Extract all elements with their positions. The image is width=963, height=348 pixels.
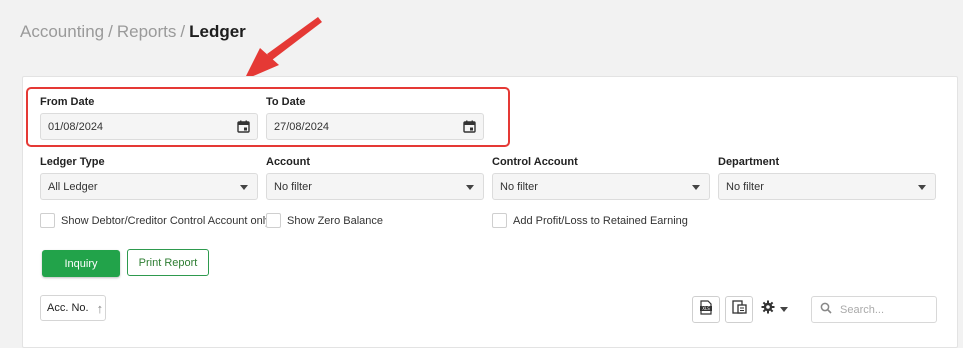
from-date-label: From Date [40, 96, 95, 108]
chevron-down-icon [780, 307, 788, 312]
sort-label: Acc. No. [47, 302, 89, 314]
breadcrumb-accounting[interactable]: Accounting [20, 22, 104, 41]
calendar-icon[interactable] [237, 120, 250, 136]
xls-export-icon: XLS [699, 299, 713, 320]
to-date-label: To Date [266, 96, 306, 108]
sort-arrow-up-icon: ↑ [96, 300, 104, 316]
to-date-input[interactable]: 27/08/2024 [266, 113, 484, 140]
control-account-label: Control Account [492, 156, 578, 168]
account-label: Account [266, 156, 310, 168]
sort-acc-no-button[interactable]: Acc. No. ↑ [40, 295, 106, 321]
from-date-input[interactable]: 01/08/2024 [40, 113, 258, 140]
breadcrumb-reports[interactable]: Reports [117, 22, 177, 41]
chevron-down-icon [692, 185, 700, 190]
chevron-down-icon [466, 185, 474, 190]
search-input[interactable] [838, 302, 932, 317]
control-account-select[interactable]: No filter [492, 173, 710, 200]
ledger-type-label: Ledger Type [40, 156, 105, 168]
search-icon [820, 301, 832, 319]
columns-button[interactable] [725, 296, 753, 323]
debtor-creditor-checkbox[interactable]: Show Debtor/Creditor Control Account onl… [40, 213, 271, 228]
chevron-down-icon [240, 185, 248, 190]
page-title: Ledger [189, 22, 246, 41]
gear-icon [761, 300, 775, 319]
checkbox-box[interactable] [266, 213, 281, 228]
profit-loss-label: Add Profit/Loss to Retained Earning [513, 214, 688, 227]
profit-loss-checkbox[interactable]: Add Profit/Loss to Retained Earning [492, 213, 688, 228]
export-xls-button[interactable]: XLS [692, 296, 720, 323]
department-value: No filter [726, 180, 764, 193]
department-select[interactable]: No filter [718, 173, 936, 200]
debtor-creditor-label: Show Debtor/Creditor Control Account onl… [61, 214, 271, 227]
checkbox-box[interactable] [492, 213, 507, 228]
from-date-value: 01/08/2024 [48, 120, 104, 133]
svg-text:XLS: XLS [702, 306, 710, 311]
control-account-value: No filter [500, 180, 538, 193]
breadcrumb-separator: / [108, 22, 113, 41]
ledger-type-value: All Ledger [48, 180, 98, 193]
to-date-value: 27/08/2024 [274, 120, 330, 133]
zero-balance-label: Show Zero Balance [287, 214, 383, 227]
columns-icon [731, 300, 747, 319]
zero-balance-checkbox[interactable]: Show Zero Balance [266, 213, 383, 228]
breadcrumb: Accounting / Reports / Ledger [20, 22, 246, 42]
department-label: Department [718, 156, 780, 168]
print-report-button[interactable]: Print Report [127, 249, 209, 276]
calendar-icon[interactable] [463, 120, 476, 136]
checkbox-box[interactable] [40, 213, 55, 228]
account-select[interactable]: No filter [266, 173, 484, 200]
inquiry-button[interactable]: Inquiry [42, 250, 120, 277]
search-box[interactable] [811, 296, 937, 323]
chevron-down-icon [918, 185, 926, 190]
breadcrumb-separator: / [180, 22, 186, 41]
ledger-type-select[interactable]: All Ledger [40, 173, 258, 200]
settings-dropdown[interactable] [761, 300, 788, 319]
account-value: No filter [274, 180, 312, 193]
